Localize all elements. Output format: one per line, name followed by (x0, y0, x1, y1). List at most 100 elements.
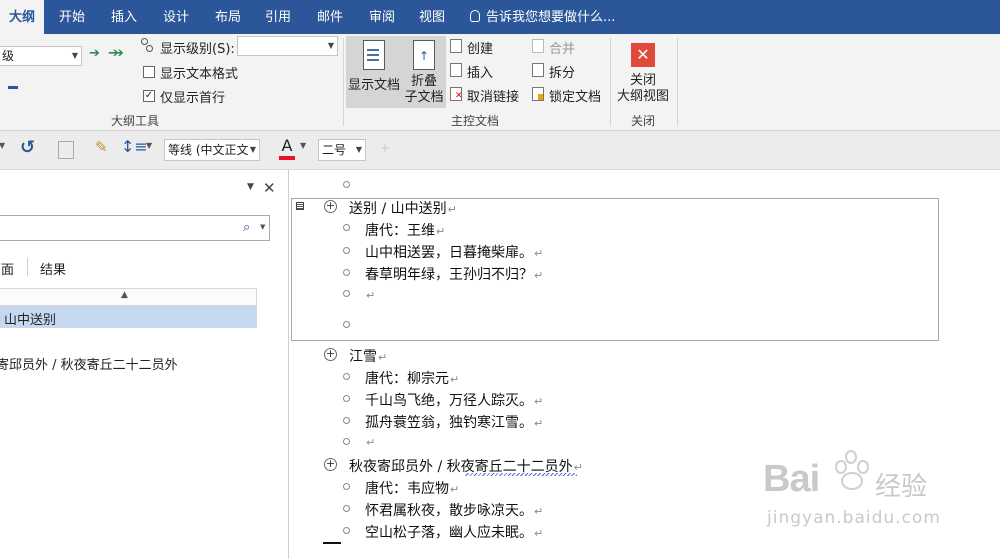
show-first-line-label: 仅显示首行 (160, 91, 226, 106)
redo-icon[interactable]: ↺ (20, 137, 35, 158)
chevron-down-icon[interactable]: ▼ (146, 141, 152, 150)
outline-body[interactable]: 怀君属秋夜，散步咏凉天。↵ (365, 500, 543, 520)
outline-bullet[interactable] (343, 373, 350, 380)
tab-references[interactable]: 引用 (258, 0, 298, 34)
outline-body[interactable]: 山中相送罢，日暮掩柴扉。↵ (365, 242, 543, 262)
insert-subdoc-button[interactable]: 插入 (467, 62, 493, 81)
outline-expand-icon[interactable]: + (324, 348, 337, 361)
navigation-pane: ▼ ✕ ⌕ ▼ 页面 结果 ▲ 山中送别 寄邱员外 / 秋夜寄丘二十二员外 (0, 170, 289, 559)
tab-mailings[interactable]: 邮件 (310, 0, 350, 34)
outline-bullet[interactable] (343, 527, 350, 534)
demote-arrow-icon[interactable]: ➔ (89, 46, 100, 61)
end-of-document-marker (323, 542, 341, 544)
font-color-button[interactable]: A (279, 137, 295, 160)
font-size-select[interactable]: 二号 ▼ (318, 139, 366, 161)
tab-insert[interactable]: 插入 (104, 0, 144, 34)
outline-bullet[interactable] (343, 290, 350, 297)
chevron-down-icon: ▼ (71, 51, 78, 60)
show-document-button[interactable]: 显示文档 (346, 40, 402, 93)
outline-bullet[interactable] (343, 395, 350, 402)
poem-line: 千山鸟飞绝，万径人踪灭。 (365, 393, 533, 409)
collapse-label-1: 折叠 (410, 74, 437, 89)
chevron-down-icon: ▼ (249, 140, 256, 160)
show-text-format-checkbox[interactable] (143, 66, 155, 78)
tell-me-box[interactable]: 告诉我您想要做什么... (470, 0, 615, 34)
lock-document-icon (532, 87, 544, 101)
font-name-value: 等线 (中文正文 (168, 143, 249, 157)
outline-expand-icon[interactable]: + (324, 458, 337, 471)
tab-home[interactable]: 开始 (52, 0, 92, 34)
nav-heading-2[interactable]: 寄邱员外 / 秋夜寄丘二十二员外 (0, 354, 178, 373)
para-mark: ↵ (450, 483, 460, 496)
paste-icon[interactable] (58, 141, 74, 159)
outline-heading-1[interactable]: 江雪↵ (349, 346, 387, 366)
tab-view[interactable]: 视图 (412, 0, 452, 34)
outline-bullet[interactable] (343, 181, 350, 188)
font-name-select[interactable]: 等线 (中文正文 ▼ (164, 139, 260, 161)
collapse-up-icon: ▲ (121, 290, 128, 300)
outline-bullet[interactable] (343, 321, 350, 328)
outline-expand-icon[interactable]: + (324, 200, 337, 213)
document-area: + 送别 / 山中送别↵ 唐代：王维↵ 山中相送罢，日暮掩柴扉。↵ 春草明年绿，… (289, 170, 1000, 559)
split-button[interactable]: 拆分 (549, 62, 575, 81)
tab-review[interactable]: 审阅 (362, 0, 402, 34)
chevron-down-icon: ▼ (355, 145, 362, 154)
outline-bullet[interactable] (343, 505, 350, 512)
outline-heading-1[interactable]: 送别 / 山中送别↵ (349, 198, 457, 218)
tab-layout[interactable]: 布局 (208, 0, 248, 34)
merge-button[interactable]: 合并 (549, 38, 575, 57)
close-outline-view-button[interactable]: ✕ 关闭 大纲视图 (614, 40, 672, 105)
outline-body[interactable]: 春草明年绿，王孙归不归？↵ (365, 264, 543, 284)
nav-heading-selected[interactable]: 山中送别 (0, 306, 257, 328)
merge-icon (532, 39, 544, 53)
outline-bullet[interactable] (343, 224, 350, 231)
outline-body[interactable]: ↵ (365, 287, 375, 303)
show-level-label: 显示级别(S): (160, 42, 235, 57)
show-first-line-checkbox[interactable]: ✓ (143, 90, 155, 102)
outline-body[interactable]: 空山松子落，幽人应未眠。↵ (365, 522, 543, 542)
unlink-button[interactable]: 取消链接 (467, 86, 519, 105)
line-spacing-icon[interactable]: ↕≡ (121, 137, 148, 156)
nav-scroll-up[interactable]: ▲ (0, 288, 257, 306)
show-text-format-label: 显示文本格式 (160, 67, 239, 82)
collapse-subdocuments-button[interactable]: ↑ 折叠 子文档 (401, 40, 447, 106)
tab-results[interactable]: 结果 (40, 259, 66, 278)
outline-body[interactable]: 孤舟蓑笠翁，独钓寒江雪。↵ (365, 412, 543, 432)
outline-body[interactable]: 千山鸟飞绝，万径人踪灭。↵ (365, 390, 543, 410)
chevron-down-icon[interactable]: ▼ (0, 141, 5, 150)
lock-document-button[interactable]: 锁定文档 (549, 86, 601, 105)
subdocument-icon[interactable] (296, 202, 304, 210)
nav-search-input[interactable]: ⌕ ▼ (0, 215, 270, 241)
outline-bullet[interactable] (343, 417, 350, 424)
format-painter-icon[interactable]: ✎ (95, 138, 108, 156)
outline-body[interactable]: 唐代：王维↵ (365, 220, 445, 240)
outline-bullet[interactable] (343, 269, 350, 276)
outline-body[interactable]: 唐代：柳宗元↵ (365, 368, 459, 388)
para-mark: ↵ (534, 247, 544, 260)
outline-bullet[interactable] (343, 438, 350, 445)
font-size-value: 二号 (322, 143, 347, 157)
pane-options-icon[interactable]: ▼ (247, 182, 254, 192)
outline-bullet[interactable] (343, 247, 350, 254)
poem-title: 江雪 (349, 349, 377, 365)
tab-outline[interactable]: 大纲 (0, 0, 44, 34)
poem-line: 山中相送罢，日暮掩柴扉。 (365, 245, 533, 261)
create-button[interactable]: 创建 (467, 38, 493, 57)
watermark-brand-cn: 经验 (875, 472, 928, 502)
demote-to-body-icon[interactable]: ➔➔ (108, 46, 124, 61)
collapse-minus-icon[interactable] (8, 86, 18, 89)
search-icon[interactable]: ⌕ (243, 220, 250, 235)
tab-design[interactable]: 设计 (156, 0, 196, 34)
close-group-label: 关闭 (630, 114, 655, 128)
outline-body[interactable]: 唐代：韦应物↵ (365, 478, 459, 498)
chevron-down-icon[interactable]: ▼ (300, 141, 306, 150)
show-level-select[interactable]: ▼ (237, 36, 338, 56)
chevron-down-icon[interactable]: ▼ (260, 223, 265, 231)
tab-pages[interactable]: 页面 (0, 259, 14, 278)
outline-bullet[interactable] (343, 483, 350, 490)
chevron-down-icon: ▼ (327, 41, 334, 50)
para-mark: ↵ (534, 417, 544, 430)
close-pane-icon[interactable]: ✕ (263, 179, 276, 197)
outline-body[interactable]: ↵ (365, 434, 375, 450)
outline-level-select[interactable]: 级 ▼ (0, 46, 82, 66)
